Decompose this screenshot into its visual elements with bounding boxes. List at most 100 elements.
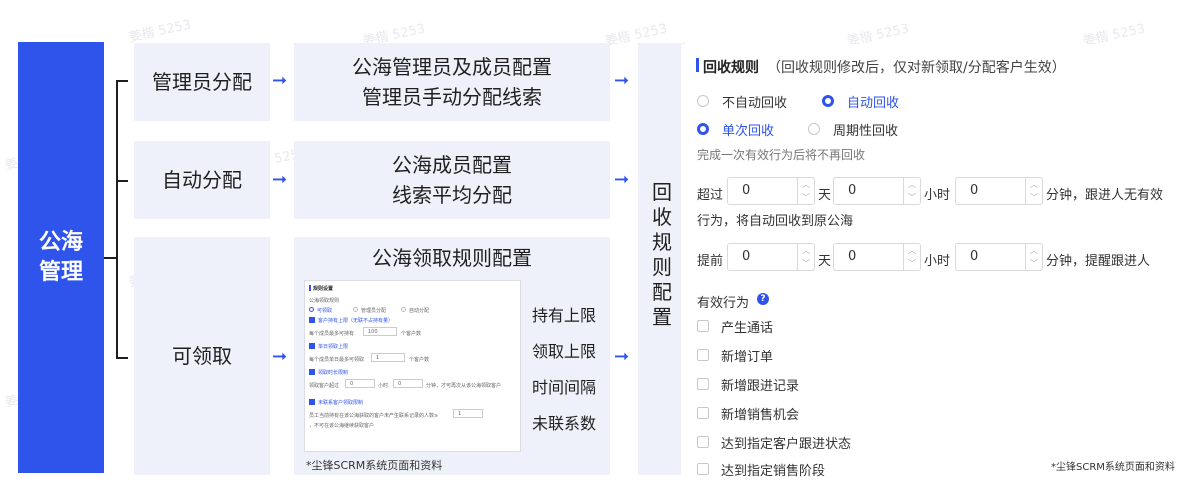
recycle-char: 回 <box>652 180 672 204</box>
branch-auto-assign: 自动分配 <box>134 141 270 219</box>
stepper-icon[interactable]: ︿ ﹀ <box>1025 244 1042 270</box>
behavior-item: 达到指定销售阶段 <box>721 464 826 479</box>
detail-line: 管理员手动分配线索 <box>362 85 542 109</box>
branch-label: 自动分配 <box>162 168 242 192</box>
radio-no-auto[interactable] <box>697 95 709 107</box>
checkbox-checked <box>309 399 315 405</box>
arrow-right-icon: ➞ <box>272 169 288 190</box>
radio-single[interactable] <box>697 123 709 135</box>
mini-text: 个客户数 <box>401 331 422 337</box>
checkbox-order[interactable] <box>697 349 709 361</box>
detail-auto-assign: 公海成员配置 线索平均分配 <box>294 141 610 219</box>
connector-branch-1 <box>116 80 128 82</box>
branch-manual-assign: 管理员分配 <box>134 43 270 121</box>
option-auto[interactable]: 自动回收 <box>847 92 899 111</box>
mini-title: 规则设置 <box>313 286 334 292</box>
arrow-right-icon: ➞ <box>614 169 630 190</box>
root-line2: 管理 <box>38 259 83 285</box>
title-marker <box>309 285 311 291</box>
claim-credit: *尘锋SCRM系统页面和资料 <box>306 459 443 472</box>
checkbox-status[interactable] <box>697 436 709 448</box>
stepper-icon[interactable]: ︿ ﹀ <box>797 178 814 204</box>
arrow-right-icon: ➞ <box>272 346 288 367</box>
rule-item: 未联系数 <box>532 414 597 433</box>
recycle-char: 则 <box>652 255 672 279</box>
option-single[interactable]: 单次回收 <box>722 120 774 139</box>
arrow-right-icon: ➞ <box>614 70 630 91</box>
recycle-char: 配 <box>652 280 672 304</box>
recycle-label: 回 收 规 则 配 置 <box>650 180 674 330</box>
mini-text: 领取时长限制 <box>318 370 349 376</box>
detail-manual-assign: 公海管理员及成员配置 管理员手动分配线索 <box>294 43 610 121</box>
help-icon[interactable]: ? <box>757 293 769 305</box>
behavior-item: 新增跟进记录 <box>721 379 800 394</box>
exceed-day-input[interactable]: 0 ︿ ﹀ <box>727 177 815 205</box>
mini-text: 公海领取规则 <box>309 298 340 304</box>
mini-text: 单日领取上限 <box>318 344 349 350</box>
claim-rules-title: 公海领取规则配置 <box>372 246 532 270</box>
stepper-icon[interactable]: ︿ ﹀ <box>797 244 814 270</box>
mini-input: 0 <box>345 379 375 388</box>
mini-text: 管理员分配 <box>361 308 387 314</box>
advance-min-input[interactable]: 0 ︿ ﹀ <box>955 243 1043 271</box>
exceed-min-input[interactable]: 0 ︿ ﹀ <box>955 177 1043 205</box>
option-no-auto[interactable]: 不自动回收 <box>722 92 787 111</box>
behavior-item: 产生通话 <box>721 321 774 336</box>
advance-prefix: 提前 <box>697 254 724 269</box>
mini-input: 1 <box>453 409 483 418</box>
exceed-unit-text: 分钟，跟进人无有效 <box>1046 188 1164 203</box>
advance-hour-input[interactable]: 0 ︿ ﹀ <box>833 243 921 271</box>
detail-line: 线索平均分配 <box>392 183 512 207</box>
connector-branch-3 <box>116 357 128 359</box>
checkbox-followup[interactable] <box>697 378 709 390</box>
exceed-hour-input[interactable]: 0 ︿ ﹀ <box>833 177 921 205</box>
arrow-right-icon: ➞ <box>614 346 630 367</box>
checkbox-call[interactable] <box>697 320 709 332</box>
mini-text: 自动分配 <box>409 308 430 314</box>
rule-item: 领取上限 <box>532 342 597 361</box>
checkbox-opportunity[interactable] <box>697 407 709 419</box>
behavior-item: 新增订单 <box>721 350 774 365</box>
input-value: 0 <box>742 183 751 198</box>
advance-day-input[interactable]: 0 ︿ ﹀ <box>727 243 815 271</box>
mini-input: 1 <box>371 353 405 362</box>
recycle-char: 规 <box>652 230 672 254</box>
mini-text: 可领取 <box>317 308 333 314</box>
exceed-tail: 行为，将自动回收到原公海 <box>697 214 854 229</box>
detail-line: 公海成员配置 <box>392 153 512 177</box>
valid-behavior-label: 有效行为 <box>697 296 750 311</box>
rule-item: 时间间隔 <box>532 378 597 397</box>
arrow-right-icon: ➞ <box>272 70 288 91</box>
advance-tail: 分钟，提醒跟进人 <box>1046 254 1151 269</box>
unit-hour: 小时 <box>924 188 951 203</box>
exceed-prefix: 超过 <box>697 188 724 203</box>
branch-label: 管理员分配 <box>152 70 252 94</box>
watermark: 姜楷 5253 <box>127 17 193 46</box>
mini-text: 个客户数 <box>409 357 430 363</box>
root-line1: 公海 <box>38 229 83 255</box>
mini-text: 每个成员单日最多可领取 <box>309 357 365 363</box>
connector-branch-2 <box>116 180 128 182</box>
claim-rules-preview: 规则设置 公海领取规则 可领取 管理员分配 自动分配 客户持有上限（无联不占持有… <box>304 280 521 452</box>
radio-periodic[interactable] <box>808 123 820 135</box>
recycle-char: 置 <box>652 305 672 329</box>
checkbox-stage[interactable] <box>697 463 709 475</box>
unit-hour: 小时 <box>924 254 951 269</box>
radio <box>353 307 358 312</box>
panel-credit: *尘锋SCRM系统页面和资料 <box>1051 462 1175 473</box>
connector-vertical <box>116 80 118 358</box>
behavior-item: 达到指定客户跟进状态 <box>721 437 852 452</box>
stepper-icon[interactable]: ︿ ﹀ <box>1025 178 1042 204</box>
unit-day: 天 <box>818 188 832 203</box>
stepper-icon[interactable]: ︿ ﹀ <box>903 244 920 270</box>
option-periodic[interactable]: 周期性回收 <box>833 120 898 139</box>
behavior-item: 新增销售机会 <box>721 408 800 423</box>
radio-auto[interactable] <box>822 95 834 107</box>
stepper-icon[interactable]: ︿ ﹀ <box>903 178 920 204</box>
panel-title: 回收规则 <box>703 60 759 76</box>
unit-day: 天 <box>818 254 832 269</box>
branch-claimable: 可领取 <box>134 237 270 475</box>
single-note: 完成一次有效行为后将不再回收 <box>697 148 866 162</box>
rule-item: 持有上限 <box>532 306 597 325</box>
recycle-char: 收 <box>652 205 672 229</box>
